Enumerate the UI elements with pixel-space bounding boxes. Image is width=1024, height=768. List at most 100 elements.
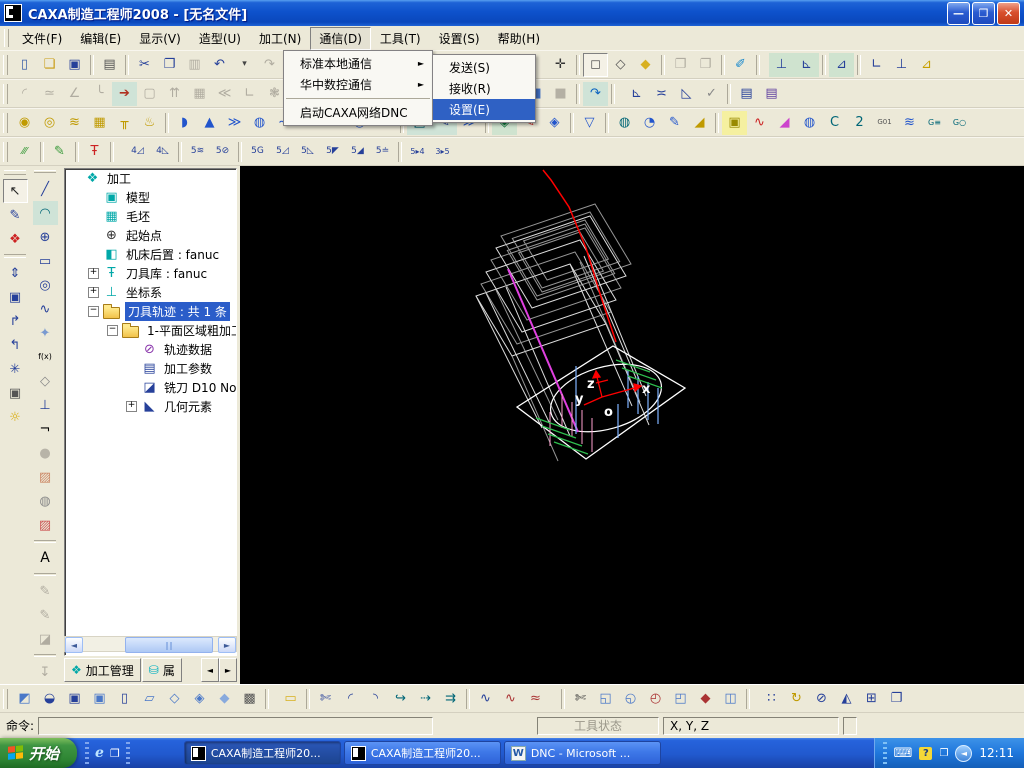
plumb-tool-icon[interactable]: Ŧ [82,140,107,164]
menu-view[interactable]: 显示(V) [130,27,190,50]
menu-item-settings[interactable]: 设置(E) [433,99,535,120]
zoom-flashlight-icon[interactable]: ✐ [728,53,753,77]
open-file-icon[interactable]: ❏ [37,53,62,77]
menu-communication[interactable]: 通信(D) [310,26,371,50]
tree-item-toolpaths[interactable]: − 刀具轨迹 : 共 1 条 [65,302,236,321]
macro-settings-icon[interactable]: ▤ [759,82,784,106]
groove-mill-icon[interactable]: ▽ [577,111,602,135]
spline-tool-icon[interactable]: ∿ [33,297,58,321]
ucs-axis-icon[interactable]: ⊾ [794,52,819,77]
scrollbar-thumb[interactable]: ‖‖ [125,637,213,653]
expand-icon[interactable]: + [88,287,99,298]
sketch-edit-icon[interactable]: ✎ [3,203,28,227]
command-input[interactable] [38,716,434,735]
surface-blend-icon[interactable]: ◩ [12,687,37,711]
fillet-icon[interactable]: ◜ [338,687,363,711]
blob-tool-icon[interactable]: ● [33,441,58,465]
four-axis-b-icon[interactable]: 4◺ [150,140,175,164]
pan-icon[interactable]: ✛ [548,53,573,77]
axis-tool-icon[interactable]: ⊥ [33,393,58,417]
text-tool-icon[interactable]: A [33,546,58,570]
tree-horizontal-scrollbar[interactable]: ◄ ‖‖ ► [64,636,237,653]
rotate-transform-icon[interactable]: ↻ [784,687,809,711]
surface-fold-3-icon[interactable]: ◴ [643,687,668,711]
rectangle-tool-icon[interactable]: ▭ [33,249,58,273]
axis-double-icon[interactable]: ⊥ [889,53,914,77]
surface-rotate-icon[interactable]: ◒ [37,687,62,711]
tree-item-label[interactable]: 起始点 [123,226,165,245]
bounding-box-icon[interactable]: ▩ [237,687,262,711]
3d-viewport[interactable]: z y x o [240,166,1024,684]
idea-bulb-icon[interactable]: ☼ [3,405,28,429]
menu-machining[interactable]: 加工(N) [250,27,310,50]
menu-item-start-caxa-network-dnc[interactable]: 启动CAXA网络DNC [284,102,432,123]
coarse-swirl-icon[interactable]: ◍ [612,111,637,135]
menu-item-receive[interactable]: 接收(R) [433,78,535,99]
cut-icon[interactable]: ✂ [132,53,157,77]
finish-cone-icon[interactable]: ▲ [197,111,222,135]
expand-icon[interactable]: + [126,401,137,412]
three-to-five-icon[interactable]: 3▸5 [430,140,455,164]
wave-mill-icon[interactable]: ≋ [897,111,922,135]
eraser-icon[interactable]: ▭ [278,687,303,711]
tree-item-label[interactable]: 加工参数 [161,359,215,378]
line-tool-icon[interactable]: ╱ [33,177,58,201]
tree-item-machining-root[interactable]: ❖ 加工 [65,169,236,188]
circle-tool-icon[interactable]: ⊕ [33,225,58,249]
paste-special-icon[interactable]: ❐ [884,687,909,711]
parallelogram-icon[interactable]: ▱ [137,687,162,711]
menu-model[interactable]: 造型(U) [190,27,250,50]
spline-fit-icon[interactable]: ∿ [498,687,523,711]
surface-offset-icon[interactable]: ▣ [87,687,112,711]
polygon-tool-icon[interactable]: ◇ [33,369,58,393]
hatch-green-icon[interactable]: ⁄⁄⁄ [12,140,37,164]
curve-join-icon[interactable]: ↪ [388,687,413,711]
menu-settings[interactable]: 设置(S) [430,27,489,50]
finish-parallel-icon[interactable]: ≫ [222,111,247,135]
tree-item-mill-tool[interactable]: ◪ 铣刀 D10 No:0 [65,378,236,397]
minimize-button[interactable]: — [947,1,970,25]
tree-item-label[interactable]: 刀具轨迹 : 共 1 条 [125,302,230,321]
taskbar-button-3[interactable]: W DNC - Microsoft ... [503,741,661,765]
collapse-tray-icon[interactable]: ◄ [955,744,973,762]
tree-item-label[interactable]: 刀具库 : fanuc [123,264,210,283]
fold-back-icon[interactable]: ↰ [3,333,28,357]
quad-surface-3-icon[interactable]: ◆ [212,687,237,711]
chamfer-mill-icon[interactable]: ◢ [687,111,712,135]
plane-tool-icon[interactable]: ▯ [112,687,137,711]
five-to-four-icon[interactable]: 5▸4 [405,140,430,164]
tab-scroll-left-icon[interactable]: ◄ [201,658,219,682]
surface-trim-icon[interactable]: ✄ [568,687,593,711]
gcode-gen-icon[interactable]: G≡ [922,111,947,135]
tree-item-machining-params[interactable]: ▤ 加工参数 [65,359,236,378]
save-icon[interactable]: ▣ [62,53,87,77]
five-axis-b-icon[interactable]: 5◺ [295,140,320,164]
surface-cut-icon[interactable]: ◆ [693,687,718,711]
surface-patch-icon[interactable]: ▨ [33,465,58,489]
color-swatch-gray-icon[interactable]: ■ [548,82,573,106]
tab-scroll-right-icon[interactable]: ► [219,658,237,682]
shell-mill-icon[interactable]: ◍ [797,111,822,135]
gcode-circle-icon[interactable]: G○ [947,111,972,135]
curve-trim-icon[interactable]: ✄ [313,687,338,711]
tree-item-label[interactable]: 毛坯 [123,207,153,226]
chamfer-icon[interactable]: ◝ [363,687,388,711]
corner-tool-icon[interactable]: ¬ [33,417,58,441]
four-axis-a-icon[interactable]: 4◿ [125,140,150,164]
cone-cut-icon[interactable]: ◔ [637,111,662,135]
ellipse-tool-icon[interactable]: ◎ [33,273,58,297]
surface-fold-2-icon[interactable]: ◵ [618,687,643,711]
finish-swirl-icon[interactable]: ◍ [247,111,272,135]
c-axis-icon[interactable]: C [822,111,847,135]
collapse-icon[interactable]: − [107,325,118,336]
tree-item-machine-post[interactable]: ◧ 机床后置 : fanuc [65,245,236,264]
point-tool-icon[interactable]: ✦ [33,321,58,345]
feature-drag-icon[interactable]: ➔ [112,81,137,106]
rough-spiral-icon[interactable]: ◉ [12,111,37,135]
g01-check-icon[interactable]: G01 [872,111,897,135]
tree-item-label[interactable]: 机床后置 : fanuc [123,245,222,264]
keyboard-tray-icon[interactable]: ⌨ [894,746,913,761]
menu-help[interactable]: 帮助(H) [489,27,549,50]
tab-properties[interactable]: ⛁ 属 [141,658,182,682]
taskbar-button-1[interactable]: CAXA制造工程师20... [183,741,341,765]
